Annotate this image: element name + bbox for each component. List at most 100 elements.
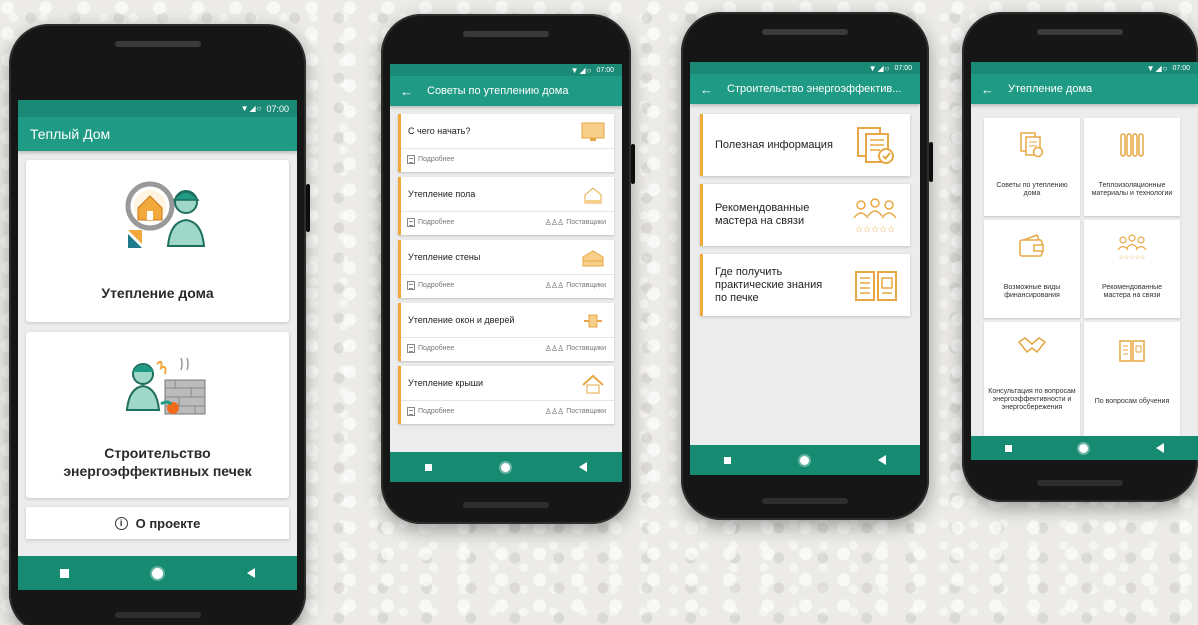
details-link[interactable]: Подробнее (407, 281, 454, 290)
back-icon[interactable] (579, 462, 588, 472)
back-arrow-icon[interactable]: ← (400, 84, 413, 99)
suppliers-link[interactable]: ♙♙♙ Поставщики (545, 407, 606, 416)
details-link[interactable]: Подробнее (407, 218, 454, 227)
signal-battery-icon: ▼◢○ (570, 65, 593, 75)
stoves-item-practical-knowledge[interactable]: Где получить практические знания по печк… (700, 254, 910, 316)
home-card-insulation[interactable]: Утепление дома (26, 160, 289, 322)
signal-battery-icon: ▼◢○ (240, 104, 263, 113)
phone-stoves: ▼◢○ 07:00 ← Строительство энергоэффектив… (681, 12, 933, 520)
rated-masters-icon: ☆☆☆☆☆ (1117, 234, 1147, 261)
document-icon (407, 281, 415, 290)
home-icon[interactable] (1079, 443, 1089, 453)
tip-title: Утепление крыши (408, 378, 484, 388)
status-time: 07:00 (266, 103, 289, 114)
screen-home: ▼◢○ 07:00 Теплый Дом Утепление дома Стро… (18, 100, 297, 590)
recents-icon[interactable] (724, 456, 732, 464)
app-bar: ← Советы по утеплению дома (390, 76, 622, 106)
status-time: 07:00 (894, 64, 912, 72)
signal-battery-icon: ▼◢○ (1146, 63, 1169, 73)
tip-item[interactable]: Утепление окон и дверей Подробнее ♙♙♙ По… (398, 303, 614, 361)
app-title: Теплый Дом (30, 126, 111, 142)
tip-title: С чего начать? (408, 126, 471, 136)
suppliers-label: Поставщики (566, 219, 606, 226)
suppliers-link[interactable]: ♙♙♙ Поставщики (545, 218, 606, 227)
home-card-stoves[interactable]: Строительство энергоэффективных печек (26, 332, 289, 498)
recents-icon[interactable] (424, 463, 432, 471)
status-bar: ▼◢○ 07:00 (390, 64, 622, 76)
tile-insulation-tips[interactable]: Советы по утеплению дома (984, 118, 1080, 216)
suppliers-link[interactable]: ♙♙♙ Поставщики (545, 344, 606, 353)
signal-battery-icon: ▼◢○ (868, 63, 891, 73)
tile-masters[interactable]: ☆☆☆☆☆ Рекомендованные мастера на связи (1084, 220, 1180, 318)
about-button[interactable]: i О проекте (26, 507, 289, 539)
roof-insulation-icon (582, 374, 604, 394)
people-icon: ♙♙♙ (544, 281, 564, 290)
back-arrow-icon[interactable]: ← (981, 82, 994, 97)
stove-builder-icon (125, 357, 206, 415)
recents-icon[interactable] (1004, 444, 1012, 452)
back-arrow-icon[interactable]: ← (700, 82, 713, 97)
details-label: Подробнее (418, 219, 455, 226)
tile-label: Консультация по вопросам энергоэффективн… (988, 388, 1076, 411)
screen-tips: ▼◢○ 07:00 ← Советы по утеплению дома С ч… (390, 64, 622, 482)
document-icon (407, 218, 415, 227)
app-bar: ← Строительство энергоэффектив... (690, 74, 920, 104)
stoves-item-masters[interactable]: Рекомендованные мастера на связи ☆☆☆☆☆ (700, 184, 910, 246)
tip-item[interactable]: Утепление крыши Подробнее ♙♙♙ Поставщики (398, 366, 614, 424)
details-label: Подробнее (418, 408, 455, 415)
phone-insulation: ▼◢○ 07:00 ← Утепление дома Советы по уте… (962, 12, 1198, 502)
suppliers-link[interactable]: ♙♙♙ Поставщики (545, 281, 606, 290)
tip-item[interactable]: Утепление стены Подробнее ♙♙♙ Поставщики (398, 240, 614, 298)
tip-item[interactable]: Утепление пола Подробнее ♙♙♙ Поставщики (398, 177, 614, 235)
details-link[interactable]: Подробнее (407, 407, 454, 416)
back-icon[interactable] (247, 568, 256, 578)
back-icon[interactable] (877, 455, 886, 465)
tile-label: Теплоизоляционные материалы и технологии (1091, 182, 1173, 197)
android-nav-bar (18, 556, 297, 590)
tile-label: Советы по утеплению дома (996, 182, 1068, 197)
back-icon[interactable] (1156, 443, 1165, 453)
recents-icon[interactable] (59, 568, 69, 578)
home-card-stoves-label: Строительство энергоэффективных печек (63, 445, 252, 479)
status-time: 07:00 (596, 66, 614, 74)
power-button (306, 184, 310, 232)
details-label: Подробнее (418, 156, 455, 163)
tile-materials[interactable]: Теплоизоляционные материалы и технологии (1084, 118, 1180, 216)
card-divider (401, 337, 614, 338)
tile-label: Возможные виды финансирования (1003, 284, 1061, 299)
home-icon[interactable] (152, 567, 164, 579)
details-link[interactable]: Подробнее (407, 344, 454, 353)
card-divider (401, 148, 614, 149)
home-icon[interactable] (500, 462, 510, 472)
home-icon[interactable] (799, 455, 809, 465)
status-bar: ▼◢○ 07:00 (18, 100, 297, 117)
tile-financing[interactable]: Возможные виды финансирования (984, 220, 1080, 318)
screen-title: Строительство энергоэффектив... (727, 83, 902, 95)
tile-label: Рекомендованные мастера на связи (1101, 284, 1163, 299)
document-check-icon (857, 127, 894, 164)
document-icon (407, 155, 415, 164)
tile-consultation[interactable]: Консультация по вопросам энергоэффективн… (984, 322, 1080, 436)
open-book-icon (1119, 340, 1145, 362)
item-title: Рекомендованные мастера на связи (715, 202, 810, 227)
android-nav-bar (390, 452, 622, 482)
people-icon: ♙♙♙ (544, 218, 564, 227)
suppliers-label: Поставщики (566, 345, 606, 352)
house-insulation-icon (125, 181, 206, 248)
tile-training[interactable]: По вопросам обучения (1084, 322, 1180, 436)
card-divider (401, 274, 614, 275)
screen-title: Советы по утеплению дома (427, 85, 569, 97)
rated-masters-icon: ☆☆☆☆☆ (853, 198, 897, 235)
stoves-item-useful-info[interactable]: Полезная информация (700, 114, 910, 176)
power-button (929, 142, 933, 182)
floor-insulation-icon (584, 187, 602, 204)
details-link[interactable]: Подробнее (407, 155, 454, 164)
tip-item[interactable]: С чего начать? Подробнее (398, 114, 614, 172)
card-divider (401, 211, 614, 212)
tile-label: По вопросам обучения (1094, 398, 1170, 405)
screen-title: Утепление дома (1008, 83, 1093, 95)
power-button (631, 144, 635, 184)
document-icon (407, 344, 415, 353)
home-card-insulation-label: Утепление дома (101, 285, 214, 301)
radiator-icon (1120, 133, 1144, 157)
